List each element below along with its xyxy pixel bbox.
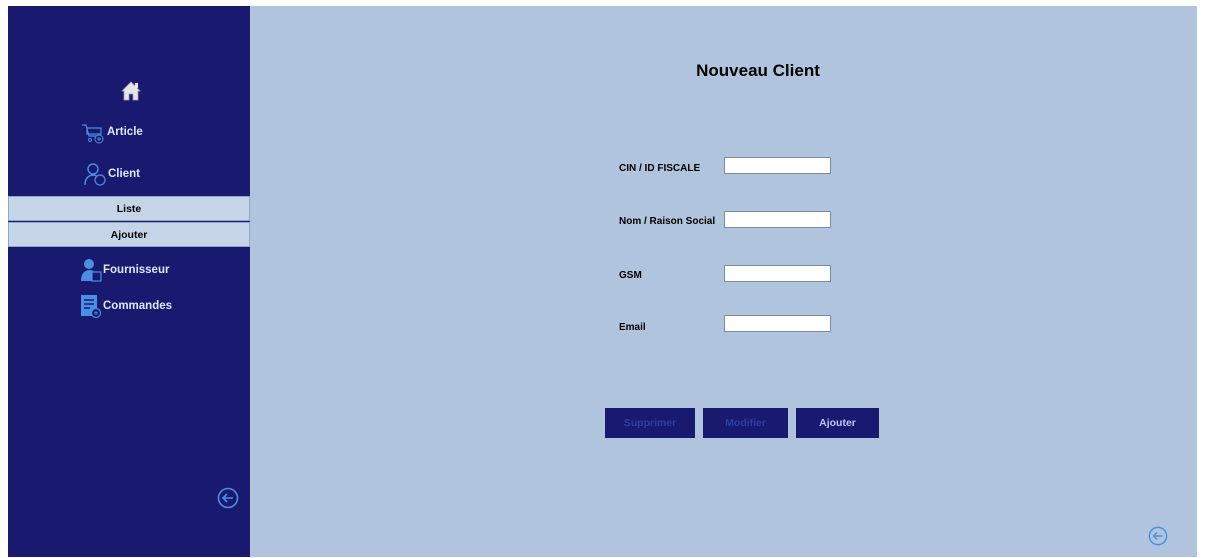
- sidebar-item-commandes[interactable]: Commandes: [80, 293, 172, 319]
- sidebar-item-fournisseur[interactable]: Fournisseur: [80, 257, 169, 283]
- sidebar-item-article[interactable]: Article: [80, 119, 143, 145]
- cin-label: CIN / ID FISCALE: [619, 163, 701, 174]
- submenu-item-ajouter[interactable]: Ajouter: [8, 222, 250, 247]
- edit-button[interactable]: Modifier: [703, 408, 788, 438]
- cart-icon: [82, 124, 104, 144]
- submenu-item-label: Ajouter: [110, 228, 148, 241]
- cin-input[interactable]: [724, 157, 831, 174]
- user-icon: [84, 163, 106, 186]
- delete-button[interactable]: Supprimer: [605, 408, 695, 438]
- sidebar-item-label: Fournisseur: [103, 264, 170, 276]
- nom-input[interactable]: [724, 211, 831, 228]
- nom-label: Nom / Raison Social: [619, 216, 716, 227]
- gsm-label: GSM: [619, 270, 642, 281]
- sidebar-item-label: Article: [107, 126, 143, 138]
- back-arrow-icon[interactable]: [217, 487, 239, 509]
- gsm-input[interactable]: [724, 265, 831, 282]
- add-button[interactable]: Ajouter: [796, 408, 879, 438]
- sidebar: Article Client Liste Ajouter Fournisseur: [8, 6, 250, 557]
- sidebar-item-label: Client: [108, 168, 140, 180]
- back-arrow-icon[interactable]: [1148, 526, 1168, 546]
- app-window: Article Client Liste Ajouter Fournisseur: [8, 6, 1197, 557]
- orders-icon: [81, 295, 102, 319]
- supplier-icon: [81, 259, 102, 282]
- sidebar-item-label: Commandes: [103, 300, 173, 312]
- email-label: Email: [619, 322, 646, 333]
- sidebar-item-client[interactable]: Client: [83, 161, 140, 187]
- page-title: Nouveau Client: [696, 61, 820, 80]
- submenu-item-liste[interactable]: Liste: [8, 196, 250, 221]
- home-icon[interactable]: [121, 80, 141, 102]
- email-input[interactable]: [724, 315, 831, 332]
- submenu-item-label: Liste: [116, 202, 142, 215]
